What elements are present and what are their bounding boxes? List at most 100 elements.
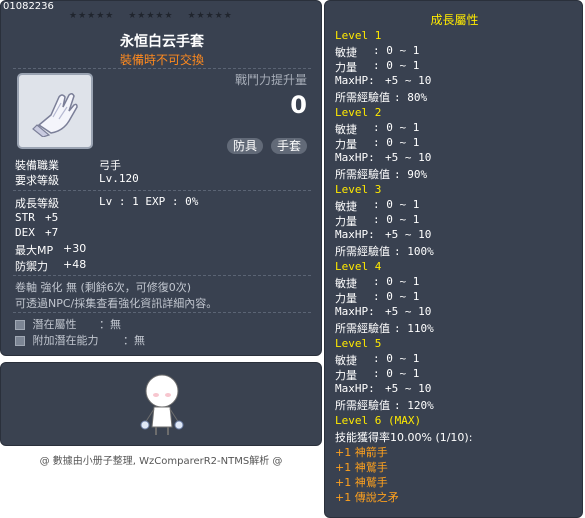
bonus-potential-flag-icon [15, 336, 25, 346]
growth-label: 成長等級 [15, 197, 59, 210]
str-value: : 0 ~ 1 [373, 136, 420, 149]
str-row: 力量 : 0 ~ 1 [335, 290, 419, 306]
data-source-footer: @ 數據由小册子整理, WzComparerR2-NTMS解析 @ [39, 456, 283, 467]
level-heading: Level 4 [335, 260, 382, 273]
level-value: Lv.120 [99, 172, 139, 185]
hp-row: MaxHP: +5 ~ 10 [335, 305, 431, 318]
exp-value: : 90% [394, 168, 428, 181]
str-value: : 0 ~ 1 [373, 213, 420, 226]
hp-value: +5 ~ 10 [385, 305, 432, 318]
str-row: 力量 : 0 ~ 1 [335, 213, 419, 229]
stat-value: +5 [45, 211, 59, 224]
str-row: 力量: 0 ~ 1 [335, 59, 419, 75]
scroll-upgrade-info: 卷軸 強化 無 (剩餘6次，可修復0次) [15, 281, 192, 294]
potential-label: 潛在屬性 [32, 318, 77, 331]
str-value: : 0 ~ 1 [373, 290, 420, 303]
exp-row: 所需經驗值 : 120% [335, 397, 434, 413]
glove-icon [32, 92, 78, 137]
stat-label: 最大MP [15, 244, 54, 257]
skill-item: +1 神鷲手 [335, 476, 388, 489]
dex-value: : 0 ~ 1 [373, 198, 420, 211]
item-name: 永恒白云手套 [120, 34, 204, 50]
hp-row: MaxHP: +5 ~ 10 [335, 228, 431, 241]
str-value: : 0 ~ 1 [373, 367, 420, 380]
exp-label: 所需經驗值 [335, 91, 390, 104]
stat-row: 最大MP +30 [15, 242, 86, 258]
dex-row: 敏捷: 0 ~ 1 [335, 44, 419, 60]
combat-power-label: 戰鬥力提升量 [234, 73, 307, 87]
dex-value: : 0 ~ 1 [373, 44, 420, 57]
str-value: : 0 ~ 1 [373, 59, 420, 72]
hp-row: MaxHP: +5 ~ 10 [335, 382, 431, 395]
exp-label: 所需經驗值 [335, 399, 390, 412]
item-icon-frame [17, 73, 93, 149]
level-heading: Level 5 [335, 337, 382, 350]
dex-row: 敏捷: 0 ~ 1 [335, 352, 419, 368]
exp-row: 所需經驗值 : 110% [335, 320, 434, 336]
skill-rate-row: 技能獲得率10.00% (1/10): [335, 431, 473, 444]
potential-flag-icon [15, 320, 25, 330]
exp-value: : 80% [394, 91, 428, 104]
hp-label: MaxHP: [335, 382, 375, 395]
star-force-stars: ★★★★★ ★★★★★ ★★★★★ [69, 11, 243, 21]
star-group-2: ★★★★★ [128, 11, 174, 21]
dex-label: 敏捷 [335, 200, 357, 213]
level-row: 要求等級 Lv.120 [15, 172, 139, 188]
growth-attributes-panel: 成長屬性 Level 1 敏捷: 0 ~ 1 力量: 0 ~ 1 MaxHP: +… [324, 0, 583, 518]
potential-row: 潛在屬性 ：無 [15, 316, 121, 332]
str-label: 力量 [335, 215, 357, 228]
skill-item: +1 神鷲手 [335, 461, 388, 474]
exp-label: 所需經驗值 [335, 322, 390, 335]
job-value: 弓手 [99, 159, 121, 172]
exp-label: 所需經驗值 [335, 245, 390, 258]
trade-restriction: 裝備時不可交換 [119, 53, 204, 67]
stat-row: STR +5 [15, 211, 58, 224]
exp-value: : 110% [394, 322, 434, 335]
dex-value: : 0 ~ 1 [373, 352, 420, 365]
star-group-3: ★★★★★ [187, 11, 233, 21]
exp-row: 所需經驗值 : 100% [335, 243, 434, 259]
hp-label: MaxHP: [335, 151, 375, 164]
dex-value: : 0 ~ 1 [373, 275, 420, 288]
stat-row: DEX +7 [15, 226, 58, 239]
skill-item: +1 傳說之矛 [335, 491, 399, 504]
exp-row: 所需經驗值 : 80% [335, 89, 427, 105]
str-label: 力量 [335, 138, 357, 151]
skill-item: +1 神箭手 [335, 446, 388, 459]
dex-label: 敏捷 [335, 277, 357, 290]
hp-value: +5 ~ 10 [385, 74, 432, 87]
dex-row: 敏捷 : 0 ~ 1 [335, 275, 419, 291]
divider [13, 190, 311, 191]
hp-row: MaxHP: +5 ~ 10 [335, 151, 431, 164]
star-group-1: ★★★★★ [69, 11, 115, 21]
stat-value: +30 [63, 242, 87, 255]
str-row: 力量 : 0 ~ 1 [335, 367, 419, 383]
exp-value: : 120% [394, 399, 434, 412]
dex-label: 敏捷 [335, 123, 357, 136]
growth-value: Lv : 1 EXP : 0% [99, 195, 199, 208]
dex-row: 敏捷 : 0 ~ 1 [335, 198, 419, 214]
divider [13, 312, 311, 313]
stat-row: 防禦力 +48 [15, 258, 86, 274]
exp-value: : 100% [394, 245, 434, 258]
potential-value: ：無 [99, 318, 121, 331]
str-label: 力量 [335, 292, 357, 305]
growth-panel-title: 成長屬性 [430, 13, 479, 27]
str-label: 力量 [335, 369, 357, 382]
bonus-potential-row: 附加潛在能力 ：無 [15, 332, 145, 348]
item-tooltip-card: 01082236 ★★★★★ ★★★★★ ★★★★★ 永恒白云手套 裝備時不可交… [0, 0, 322, 356]
str-row: 力量 : 0 ~ 1 [335, 136, 419, 152]
bonus-potential-label: 附加潛在能力 [32, 334, 99, 347]
divider [13, 68, 311, 69]
stat-label: DEX [15, 226, 35, 239]
stat-value: +48 [63, 258, 87, 271]
exp-row: 所需經驗值: 90% [335, 166, 427, 182]
level-heading: Level 3 [335, 183, 382, 196]
stat-label: 防禦力 [15, 260, 48, 273]
level-heading-max: Level 6 (MAX) [335, 414, 422, 427]
hp-value: +5 ~ 10 [385, 382, 432, 395]
combat-power-value: 0 [290, 91, 307, 119]
scroll-upgrade-hint: 可透過NPC/採集查看強化資訊詳細內容。 [15, 297, 218, 310]
category-chip-armor: 防具 [227, 138, 264, 154]
divider [13, 275, 311, 276]
